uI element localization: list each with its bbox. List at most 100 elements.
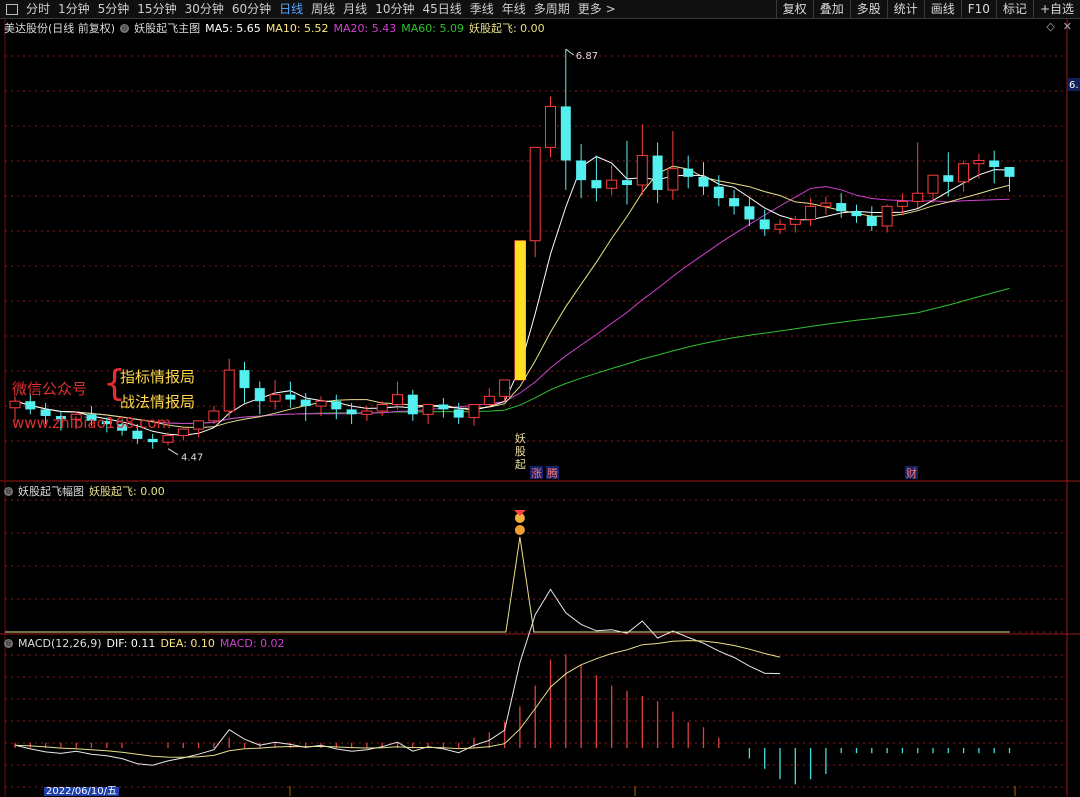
candle-body-down — [438, 404, 449, 410]
candle-body-down — [591, 180, 602, 189]
candle-body-down — [866, 216, 877, 226]
macd-value: MACD: 0.02 — [219, 637, 285, 650]
candle-body-down — [683, 168, 694, 177]
candle-body-down — [759, 219, 770, 230]
candle-body-up — [208, 410, 220, 422]
ma5-value: MA5: 5.65 — [205, 21, 261, 35]
settings-icon[interactable]: ◎ — [4, 639, 13, 648]
sub-pane1-header: ◎ 妖股起飞幅图 妖股起飞: 0.00 — [4, 483, 165, 499]
candle-body-down — [254, 388, 265, 402]
candle-body-up — [422, 403, 434, 415]
sub-pane1-value: 妖股起飞: 0.00 — [89, 485, 165, 498]
dea-value: DEA: 0.10 — [160, 637, 215, 650]
candle-body-up — [820, 202, 832, 207]
window-restore-icon[interactable]: ◇ — [1046, 20, 1054, 33]
candle-body-up — [499, 379, 511, 397]
promo-line1: 指标情报局 — [120, 368, 196, 386]
low-pointer — [167, 448, 179, 456]
signal-spike-line — [5, 536, 1010, 633]
signal-marker-icon — [514, 525, 525, 535]
candle-body-up — [896, 200, 908, 207]
ma20-value: MA20: 5.43 — [333, 21, 397, 35]
candle-body-up — [789, 218, 801, 225]
promo-url: www.zhibiao168.com — [12, 414, 172, 432]
candle-body-up — [193, 420, 205, 430]
candle-body-down — [300, 399, 311, 407]
candle-body-up — [927, 174, 939, 194]
candle-body-up — [636, 155, 648, 186]
ma10-line — [14, 165, 1010, 429]
candle-body-up — [774, 223, 786, 230]
candle-body-down — [943, 175, 954, 182]
candle-body-up — [881, 205, 893, 227]
candle-body-up — [162, 435, 174, 443]
dif-value: DIF: 0.11 — [106, 637, 156, 650]
candle-body-up — [361, 410, 373, 415]
close-icon[interactable]: ✕ — [1063, 20, 1072, 33]
candle-body-down — [576, 160, 587, 181]
candle-body-up — [805, 205, 817, 220]
candle-body-up — [529, 146, 541, 242]
signal-char: 起 — [515, 458, 526, 471]
candle-body-up — [973, 159, 985, 165]
date-cursor-label: 2022/06/10/五 — [44, 786, 120, 797]
event-mark: 财 — [906, 466, 917, 480]
candle-body-up — [315, 400, 327, 407]
candle-body-up — [468, 403, 480, 419]
indicator-name[interactable]: 妖股起飞主图 — [134, 20, 200, 36]
low-price-label: 4.47 — [181, 453, 203, 464]
ma20-line — [14, 186, 1010, 425]
signal-value: 妖股起飞: 0.00 — [468, 22, 545, 35]
candle-body-down — [851, 211, 862, 217]
macd-name[interactable]: MACD(12,26,9) — [18, 637, 102, 650]
candle-body-down — [331, 401, 342, 410]
event-mark: 涨 — [531, 467, 542, 480]
candle-body-down — [744, 206, 755, 220]
candle-body-down — [407, 394, 418, 415]
candle-body-up — [376, 403, 388, 412]
candle-body-up — [9, 400, 21, 409]
promo-line2: 战法情报局 — [120, 393, 196, 411]
high-price-label: 6.87 — [576, 51, 598, 62]
candle-body-down — [285, 394, 296, 400]
signal-char: 妖 — [515, 431, 526, 445]
candle-body-up — [958, 163, 970, 183]
signal-char: 股 — [515, 445, 526, 458]
candle-body-down — [25, 401, 36, 410]
candle-body-down — [560, 106, 571, 161]
sub-pane1-title[interactable]: 妖股起飞幅图 — [18, 483, 84, 499]
settings-icon[interactable]: ◎ — [120, 23, 130, 33]
ma60-value: MA60: 5.09 — [401, 21, 464, 35]
candle-body-up — [545, 105, 556, 148]
candle-body-up — [177, 428, 189, 437]
high-pointer — [565, 48, 575, 56]
candle-body-down — [713, 186, 724, 199]
candle-body-up — [912, 192, 924, 202]
candle-body-down — [729, 198, 740, 207]
candle-body-down — [836, 203, 847, 212]
candle-body-down — [147, 438, 158, 443]
candle-body-up — [483, 395, 495, 405]
candle-body-down — [453, 409, 464, 418]
promo-wechat-label: 微信公众号 — [12, 380, 88, 398]
settings-icon[interactable]: ◎ — [4, 486, 13, 496]
candle-body-down — [622, 180, 632, 186]
sub-pane2-header: ◎ MACD(12,26,9) DIF: 0.11 DEA: 0.10 MACD… — [4, 637, 285, 650]
candle-body-up — [667, 168, 679, 191]
price-axis-tag: 6. — [1069, 80, 1079, 91]
stock-name: 美达股份(日线 前复权) — [4, 22, 116, 35]
ma10-value: MA10: 5.52 — [265, 21, 329, 35]
candle-body-up — [269, 394, 281, 402]
candle-body-down — [698, 176, 709, 187]
signal-marker-icon — [513, 510, 526, 516]
candle-body-down — [1004, 167, 1015, 177]
event-mark: 腾 — [547, 466, 558, 480]
candle-body-up — [606, 179, 618, 189]
candle-body-down — [239, 370, 250, 389]
candle-body-down — [652, 155, 663, 190]
candle-body-down — [989, 160, 1000, 168]
signal-bar — [514, 240, 526, 380]
candle-body-up — [392, 394, 403, 405]
candle-body-down — [346, 409, 357, 415]
main-pane-header: 美达股份(日线 前复权) ◎ 妖股起飞主图 MA5: 5.65 MA10: 5.… — [4, 20, 545, 36]
